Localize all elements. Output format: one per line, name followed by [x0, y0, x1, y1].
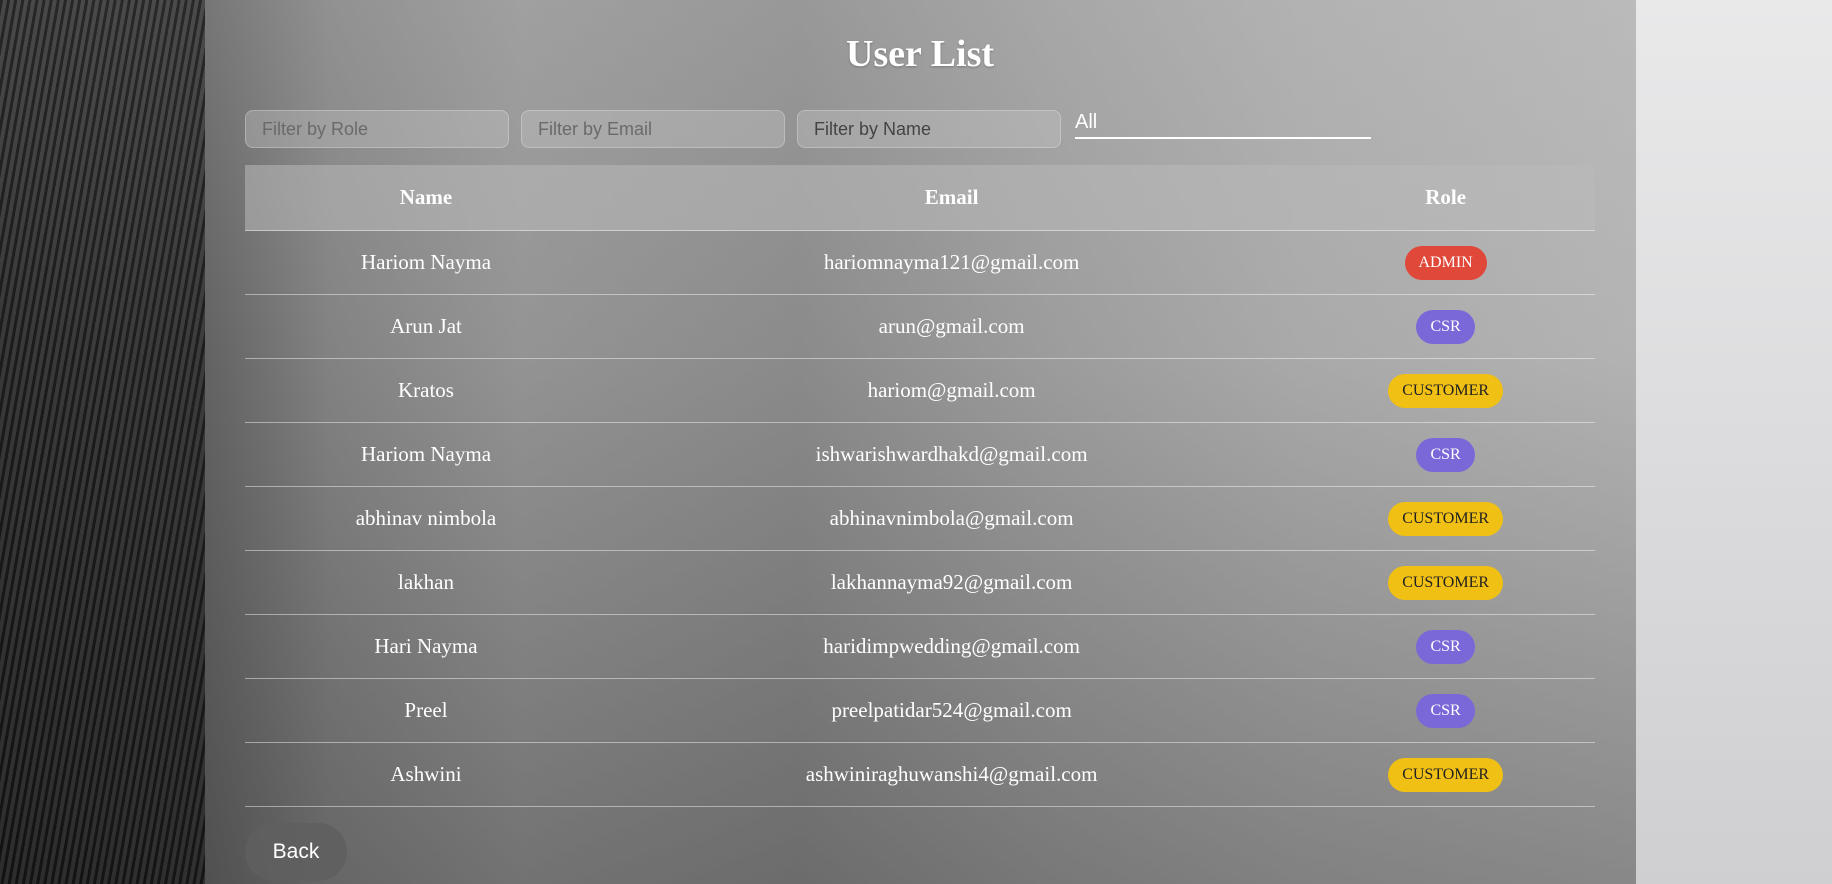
- user-role-cell: CSR: [1296, 678, 1595, 743]
- background-forest-image: [0, 0, 205, 884]
- user-email-cell: arun@gmail.com: [606, 294, 1297, 359]
- background-fog-image: [1636, 0, 1832, 884]
- user-email-cell: hariomnayma121@gmail.com: [606, 230, 1297, 295]
- filter-email-input[interactable]: [521, 110, 785, 148]
- user-email-cell: ashwiniraghuwanshi4@gmail.com: [606, 742, 1297, 807]
- user-list-panel: User List All Name Email Role Hariom Nay…: [205, 0, 1636, 884]
- user-email-cell: lakhannayma92@gmail.com: [606, 550, 1297, 615]
- user-name-cell: lakhan: [245, 550, 607, 615]
- back-button[interactable]: Back: [245, 823, 347, 881]
- user-role-cell: CUSTOMER: [1296, 550, 1595, 615]
- table-row[interactable]: Ashwini ashwiniraghuwanshi4@gmail.com CU…: [245, 742, 1595, 807]
- user-name-cell: Hariom Nayma: [245, 230, 607, 295]
- filter-role-input[interactable]: [245, 110, 509, 148]
- user-role-cell: CSR: [1296, 294, 1595, 359]
- role-badge: CSR: [1416, 437, 1475, 472]
- table-row[interactable]: lakhan lakhannayma92@gmail.com CUSTOMER: [245, 550, 1595, 615]
- role-badge: CUSTOMER: [1388, 501, 1504, 536]
- user-name-cell: Ashwini: [245, 742, 607, 807]
- role-badge: CUSTOMER: [1388, 757, 1504, 792]
- user-name-cell: Arun Jat: [245, 294, 607, 359]
- user-name-cell: Hari Nayma: [245, 614, 607, 679]
- table-row[interactable]: Hariom Nayma hariomnayma121@gmail.com AD…: [245, 230, 1595, 295]
- user-email-cell: hariom@gmail.com: [606, 358, 1297, 423]
- table-row[interactable]: Preel preelpatidar524@gmail.com CSR: [245, 678, 1595, 743]
- table-header-row: Name Email Role: [245, 165, 1595, 231]
- role-badge: CSR: [1416, 309, 1475, 344]
- role-badge: CUSTOMER: [1388, 373, 1504, 408]
- user-email-cell: abhinavnimbola@gmail.com: [606, 486, 1297, 551]
- user-email-cell: haridimpwedding@gmail.com: [606, 614, 1297, 679]
- role-select-dropdown[interactable]: All: [1075, 109, 1371, 139]
- table-row[interactable]: Hari Nayma haridimpwedding@gmail.com CSR: [245, 614, 1595, 679]
- filter-bar: All: [245, 110, 1371, 148]
- page-title: User List: [845, 33, 995, 75]
- table-row[interactable]: Arun Jat arun@gmail.com CSR: [245, 294, 1595, 359]
- table-row[interactable]: Hariom Nayma ishwarishwardhakd@gmail.com…: [245, 422, 1595, 487]
- role-badge: CSR: [1416, 629, 1475, 664]
- user-role-cell: CSR: [1296, 422, 1595, 487]
- user-role-cell: CSR: [1296, 614, 1595, 679]
- user-table: Name Email Role Hariom Nayma hariomnayma…: [245, 165, 1595, 807]
- role-badge: ADMIN: [1404, 245, 1487, 280]
- user-name-cell: Kratos: [245, 358, 607, 423]
- user-table-body: Hariom Nayma hariomnayma121@gmail.com AD…: [245, 230, 1595, 807]
- role-badge: CUSTOMER: [1388, 565, 1504, 600]
- user-list-content: User List All Name Email Role Hariom Nay…: [245, 0, 1595, 881]
- user-name-cell: Preel: [245, 678, 607, 743]
- table-row[interactable]: abhinav nimbola abhinavnimbola@gmail.com…: [245, 486, 1595, 551]
- user-role-cell: ADMIN: [1296, 230, 1595, 295]
- column-header-name[interactable]: Name: [245, 165, 607, 231]
- filter-name-input[interactable]: [797, 110, 1061, 148]
- user-email-cell: preelpatidar524@gmail.com: [606, 678, 1297, 743]
- user-name-cell: Hariom Nayma: [245, 422, 607, 487]
- role-badge: CSR: [1416, 693, 1475, 728]
- column-header-email[interactable]: Email: [606, 165, 1297, 231]
- user-role-cell: CUSTOMER: [1296, 486, 1595, 551]
- column-header-role[interactable]: Role: [1296, 165, 1595, 231]
- table-row[interactable]: Kratos hariom@gmail.com CUSTOMER: [245, 358, 1595, 423]
- user-email-cell: ishwarishwardhakd@gmail.com: [606, 422, 1297, 487]
- user-role-cell: CUSTOMER: [1296, 358, 1595, 423]
- user-role-cell: CUSTOMER: [1296, 742, 1595, 807]
- user-name-cell: abhinav nimbola: [245, 486, 607, 551]
